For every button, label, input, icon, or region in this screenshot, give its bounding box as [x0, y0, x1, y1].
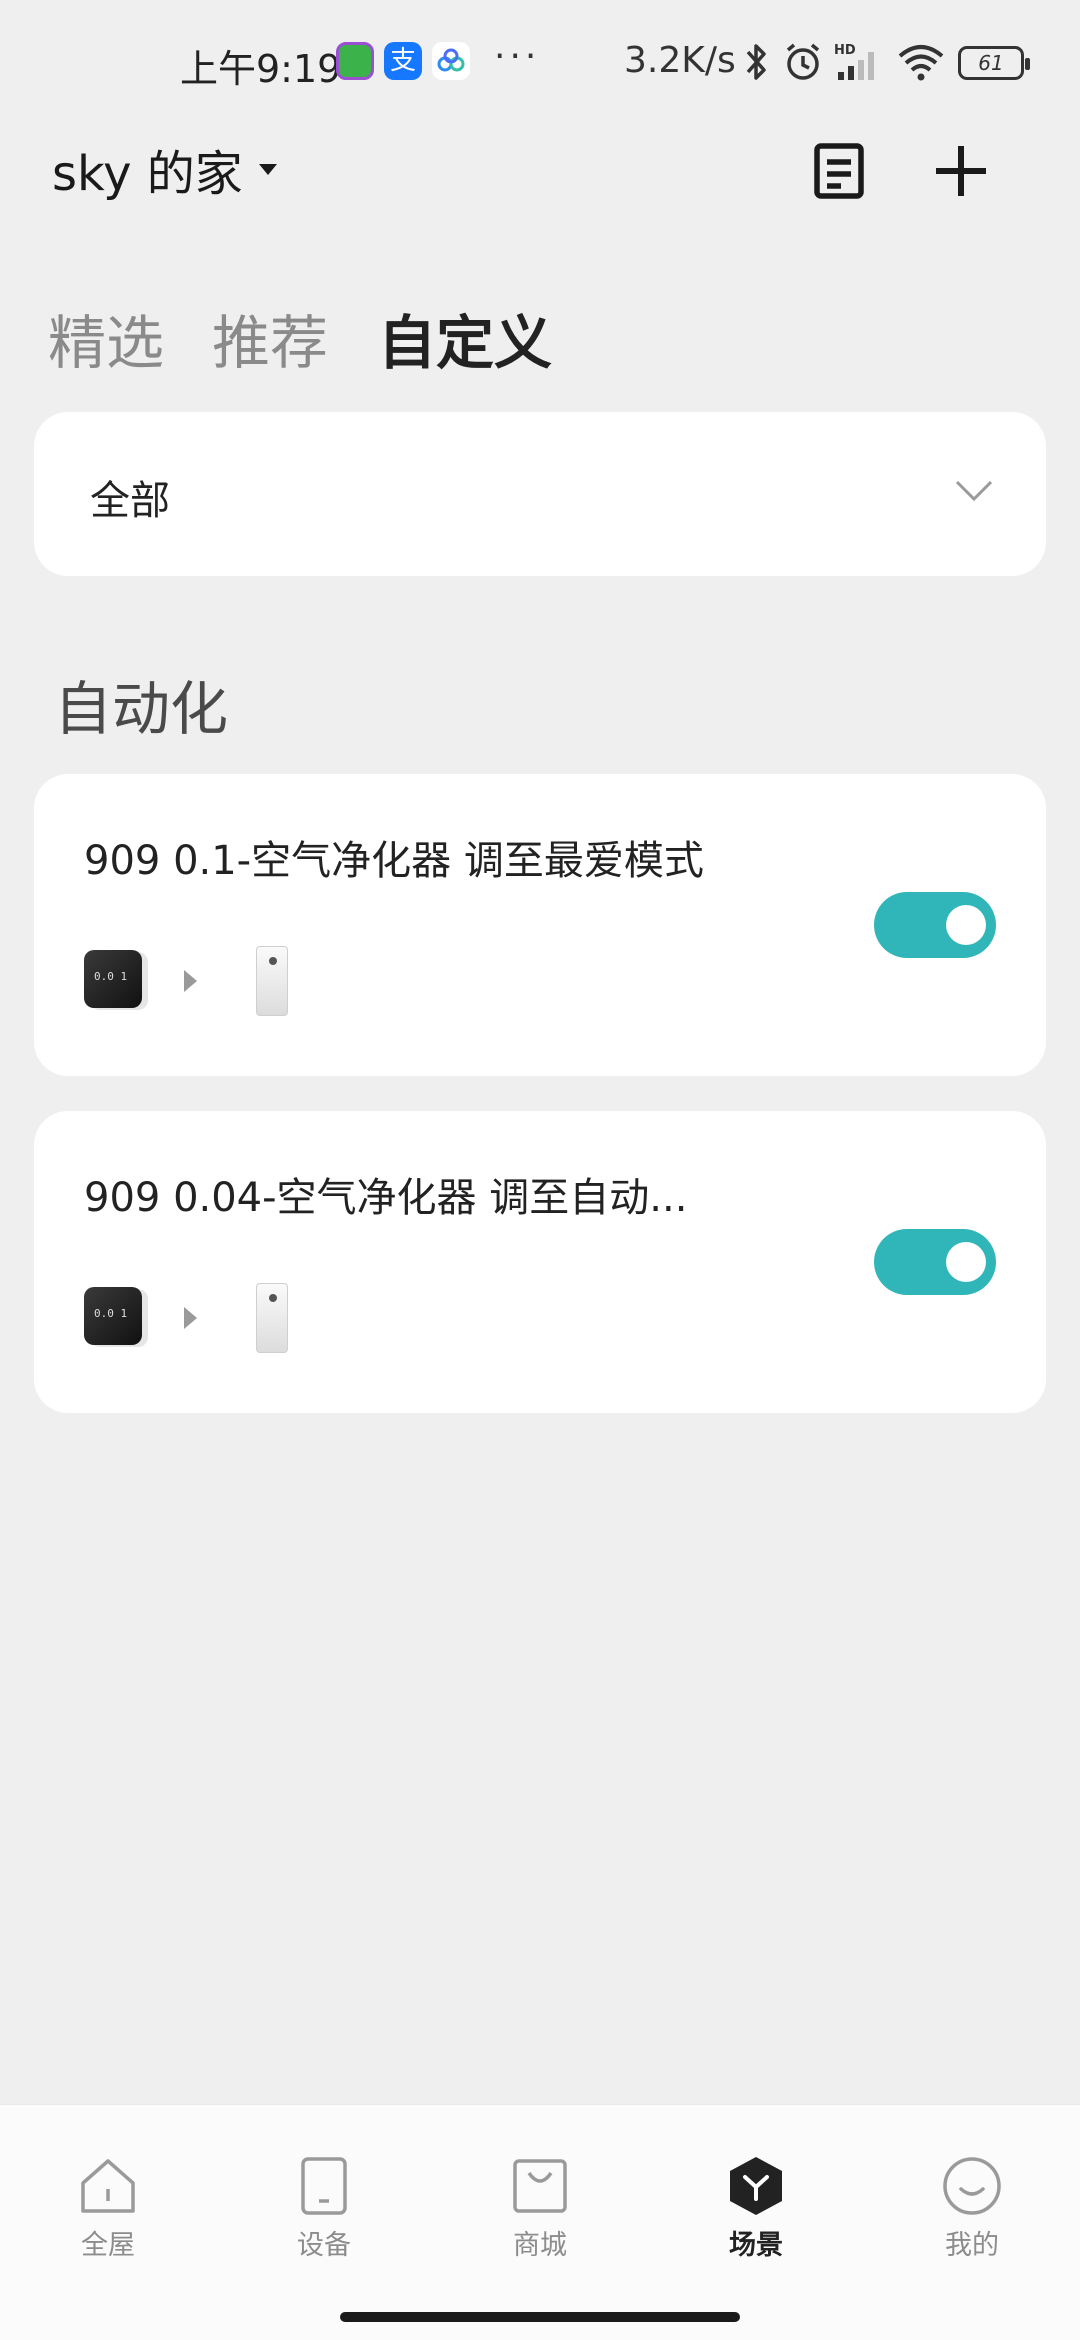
section-title-automation: 自动化: [54, 675, 229, 743]
add-icon[interactable]: [926, 136, 996, 206]
svg-text:HD: HD: [834, 43, 856, 58]
battery-level: 61: [978, 51, 1004, 75]
nav-item-profile[interactable]: 我的: [902, 2155, 1042, 2262]
nav-item-home[interactable]: 全屋: [38, 2155, 178, 2262]
scene-page: 上午9:19 支 ··· 3.2K/s HD 61 sky 的家 精选 推荐 自…: [0, 0, 1080, 2340]
nav-label: 我的: [945, 2230, 999, 2261]
baidu-netdisk-icon: [432, 42, 470, 80]
tab-custom[interactable]: 自定义: [378, 296, 552, 380]
home-selector[interactable]: sky 的家: [52, 134, 277, 204]
hd-signal-icon: HD: [834, 43, 874, 80]
automation-toggle[interactable]: [874, 1229, 996, 1295]
automation-card[interactable]: 909 0.1-空气净化器 调至最爱模式 0.0 1: [34, 774, 1046, 1076]
nav-item-scene[interactable]: 场景: [686, 2155, 826, 2262]
battery-indicator: 61: [958, 46, 1030, 80]
tab-recommended[interactable]: 推荐: [212, 296, 328, 380]
scene-icon: [730, 2157, 782, 2215]
automation-title: 909 0.1-空气净化器 调至最爱模式: [84, 838, 704, 884]
air-purifier-icon: [256, 1283, 288, 1353]
device-icon: [301, 2157, 347, 2215]
house-icon: [81, 2159, 135, 2213]
nav-item-store[interactable]: 商城: [470, 2155, 610, 2262]
caret-down-icon: [258, 163, 277, 175]
wifi-icon: [898, 45, 944, 81]
chevron-down-icon: [955, 480, 993, 502]
nav-item-devices[interactable]: 设备: [254, 2155, 394, 2262]
profile-icon: [943, 2157, 1001, 2215]
bottom-nav: 全屋 设备 商城 场景 我的: [0, 2104, 1080, 2340]
shopping-bag-icon: [513, 2159, 567, 2213]
air-purifier-icon: [256, 946, 288, 1016]
sensor-display: 0.0 1: [94, 1307, 128, 1320]
bluetooth-icon: [746, 44, 766, 80]
log-icon[interactable]: [804, 136, 874, 206]
automation-title: 909 0.04-空气净化器 调至自动...: [84, 1175, 688, 1221]
nav-label: 设备: [297, 2230, 351, 2261]
battery-tip: [1025, 58, 1030, 70]
alipay-icon: 支: [384, 42, 422, 80]
sensor-device-icon: 0.0 1: [84, 950, 142, 1008]
automation-card[interactable]: 909 0.04-空气净化器 调至自动... 0.0 1: [34, 1111, 1046, 1413]
melon-app-icon: [336, 42, 374, 80]
alarm-icon: [786, 43, 820, 80]
filter-selected: 全部: [90, 478, 170, 524]
toggle-knob: [946, 905, 986, 945]
status-bar: 上午9:19 支 ··· 3.2K/s HD 61: [0, 0, 1080, 120]
automation-toggle[interactable]: [874, 892, 996, 958]
sensor-device-icon: 0.0 1: [84, 1287, 142, 1345]
home-name: sky 的家: [52, 146, 243, 202]
toggle-knob: [946, 1242, 986, 1282]
nav-label: 全屋: [81, 2230, 135, 2261]
status-time: 上午9:19: [180, 47, 342, 91]
status-more: ···: [494, 36, 541, 77]
arrow-right-icon: [184, 1307, 197, 1329]
sensor-display: 0.0 1: [94, 970, 128, 983]
nav-label: 场景: [729, 2230, 783, 2261]
filter-dropdown[interactable]: 全部: [34, 412, 1046, 576]
tab-featured[interactable]: 精选: [48, 296, 164, 380]
nav-label: 商城: [513, 2230, 567, 2261]
home-indicator[interactable]: [340, 2312, 740, 2322]
arrow-right-icon: [184, 970, 197, 992]
net-speed: 3.2K/s: [624, 40, 736, 81]
